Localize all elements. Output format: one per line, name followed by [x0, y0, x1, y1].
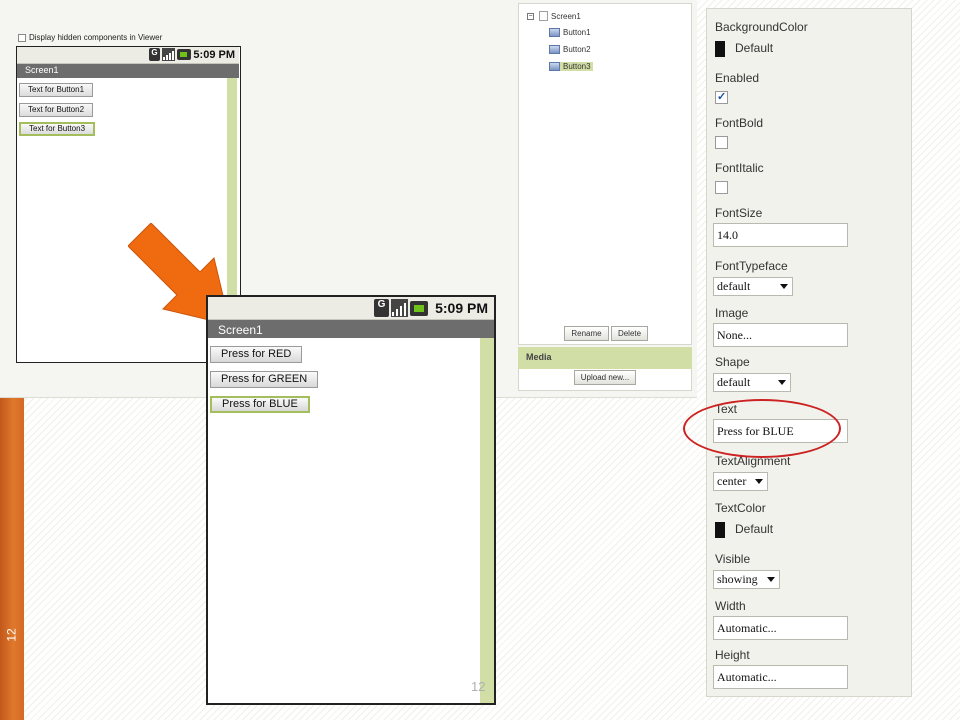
- textcolor-value[interactable]: Default: [735, 522, 773, 536]
- collapse-icon[interactable]: −: [527, 13, 534, 20]
- signal-icon: [391, 299, 408, 317]
- phone-status-bar: G 5:09 PM: [17, 47, 239, 64]
- chevron-down-icon: [755, 479, 763, 484]
- screen-icon: [539, 11, 548, 21]
- viewer-scrollbar[interactable]: [480, 338, 494, 703]
- chevron-down-icon: [767, 577, 775, 582]
- backgroundcolor-swatch[interactable]: [715, 41, 725, 57]
- network-g-icon: G: [374, 299, 389, 317]
- screen-title-bar: Screen1: [208, 320, 494, 338]
- textalignment-select[interactable]: center: [713, 472, 768, 491]
- prop-label-width: Width: [715, 599, 746, 613]
- small-phone-button-1[interactable]: Text for Button1: [19, 83, 94, 97]
- prop-label-fontbold: FontBold: [715, 116, 764, 130]
- tree-item-button3[interactable]: Button3: [549, 62, 593, 71]
- prop-label-shape: Shape: [715, 355, 750, 369]
- press-for-blue-button[interactable]: Press for BLUE: [210, 396, 310, 413]
- large-phone-viewer: G 5:09 PM Screen1 Press for RED Press fo…: [206, 295, 496, 705]
- status-time: 5:09 PM: [193, 49, 235, 61]
- checkbox-icon[interactable]: [18, 33, 26, 42]
- page-number: 12: [471, 679, 486, 694]
- height-picker[interactable]: Automatic...: [713, 665, 848, 689]
- battery-icon: [177, 49, 191, 60]
- fonttypeface-select[interactable]: default: [713, 277, 793, 296]
- enabled-checkbox[interactable]: [715, 90, 728, 104]
- prop-label-image: Image: [715, 306, 749, 320]
- prop-label-backgroundcolor: BackgroundColor: [715, 20, 808, 34]
- tree-item-label: Button2: [563, 45, 591, 54]
- media-header: Media: [518, 347, 692, 369]
- press-for-green-button[interactable]: Press for GREEN: [210, 371, 319, 388]
- backgroundcolor-value[interactable]: Default: [735, 41, 773, 55]
- network-g-icon: G: [149, 48, 160, 61]
- press-for-red-button[interactable]: Press for RED: [210, 346, 303, 363]
- fontsize-input[interactable]: 14.0: [713, 223, 848, 247]
- slide-accent-strip: [0, 398, 24, 720]
- properties-panel: BackgroundColor Default Enabled FontBold…: [706, 8, 912, 697]
- status-time: 5:09 PM: [435, 300, 488, 316]
- screen-title-bar: Screen1: [17, 64, 239, 78]
- prop-label-visible: Visible: [715, 552, 751, 566]
- select-value: default: [717, 375, 751, 389]
- image-picker[interactable]: None...: [713, 323, 848, 347]
- select-value: showing: [717, 572, 758, 586]
- hidden-components-checkbox[interactable]: Display hidden components in Viewer: [18, 33, 162, 42]
- media-panel: Upload new...: [518, 369, 692, 391]
- button-icon: [549, 62, 560, 71]
- battery-icon: [410, 300, 428, 316]
- visible-select[interactable]: showing: [713, 570, 780, 589]
- delete-button[interactable]: Delete: [611, 326, 648, 341]
- prop-label-textcolor: TextColor: [715, 501, 766, 515]
- prop-label-fontsize: FontSize: [715, 206, 763, 220]
- small-phone-button-3[interactable]: Text for Button3: [19, 122, 96, 136]
- phone-status-bar: G 5:09 PM: [208, 297, 494, 320]
- chevron-down-icon: [780, 284, 788, 289]
- prop-label-fontitalic: FontItalic: [715, 161, 764, 175]
- rename-button[interactable]: Rename: [564, 326, 609, 341]
- button-icon: [549, 45, 560, 54]
- select-value: center: [717, 474, 747, 488]
- tree-item-label: Button1: [563, 28, 591, 37]
- upload-new-button[interactable]: Upload new...: [574, 370, 636, 385]
- tree-item-button2[interactable]: Button2: [549, 45, 591, 54]
- prop-label-height: Height: [715, 648, 750, 662]
- tree-item-button1[interactable]: Button1: [549, 28, 591, 37]
- tree-item-screen1[interactable]: Screen1: [539, 11, 581, 21]
- components-panel: − Screen1 Button1 Button2 Button3 Rename…: [518, 3, 692, 345]
- textcolor-swatch[interactable]: [715, 522, 725, 538]
- chevron-down-icon: [778, 380, 786, 385]
- small-phone-button-2[interactable]: Text for Button2: [19, 103, 94, 117]
- button-icon: [549, 28, 560, 37]
- signal-icon: [162, 48, 175, 61]
- fontbold-checkbox[interactable]: [715, 136, 728, 149]
- shape-select[interactable]: default: [713, 373, 791, 392]
- fontitalic-checkbox[interactable]: [715, 181, 728, 194]
- select-value: default: [717, 279, 751, 293]
- hidden-components-label: Display hidden components in Viewer: [29, 33, 163, 42]
- prop-label-fonttypeface: FontTypeface: [715, 259, 788, 273]
- slide-page-number-vertical: 12: [4, 628, 19, 642]
- text-property-highlight: [683, 399, 841, 458]
- prop-label-enabled: Enabled: [715, 71, 760, 85]
- tree-item-label: Button3: [563, 62, 591, 71]
- width-picker[interactable]: Automatic...: [713, 616, 848, 640]
- tree-item-label: Screen1: [551, 11, 581, 21]
